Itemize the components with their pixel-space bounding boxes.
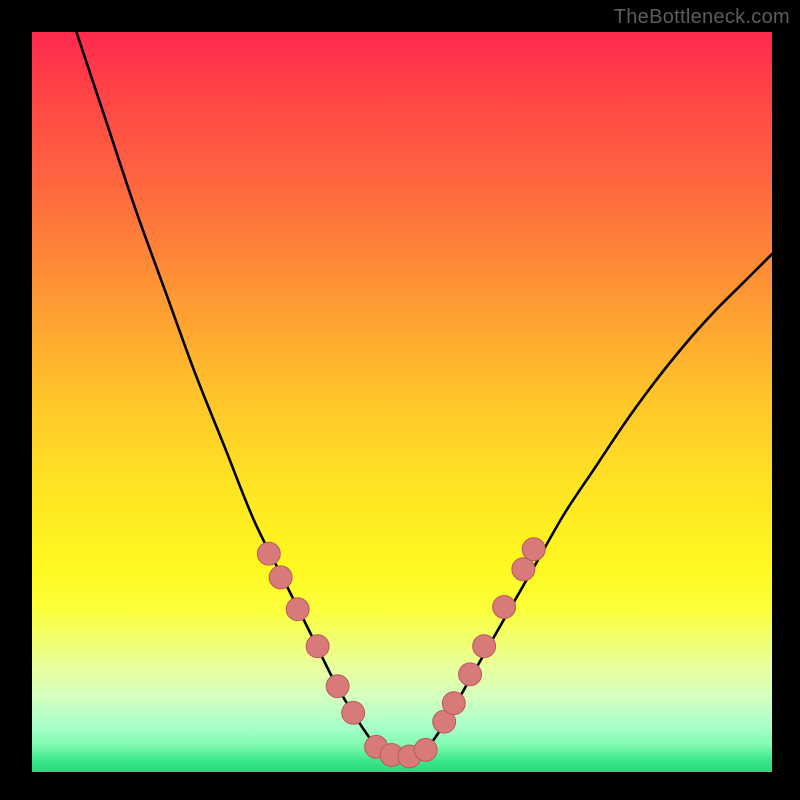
plot-area <box>32 32 772 772</box>
chart-stage: TheBottleneck.com <box>0 0 800 800</box>
gradient-bottom-band <box>32 742 772 772</box>
gradient-background <box>32 32 772 772</box>
watermark-label: TheBottleneck.com <box>614 6 790 29</box>
